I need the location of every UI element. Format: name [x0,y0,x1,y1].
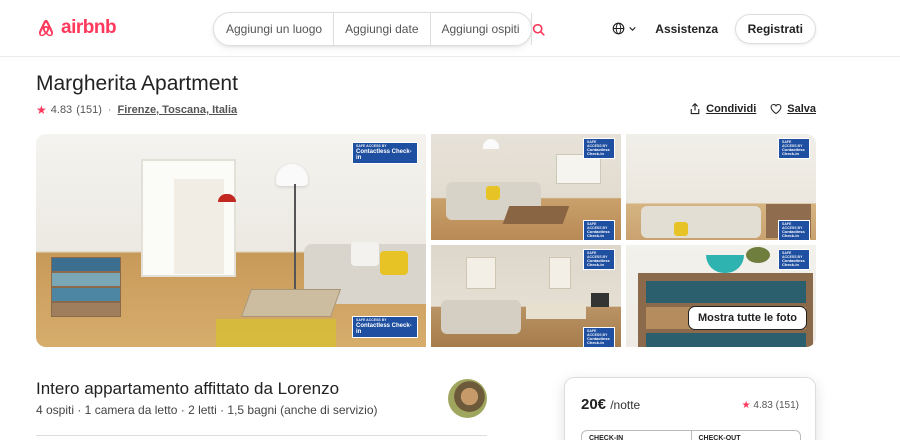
contactless-badge: SAFE ACCESS BY Contactless Check-in [778,138,810,159]
star-icon: ★ [36,103,47,117]
search-dates-button[interactable]: Aggiungi date [334,13,431,45]
contactless-badge: SAFE ACCESS BY Contactless Check-in [352,316,418,338]
yellow-cushion [380,251,408,275]
checkin-field[interactable]: CHECK-IN [582,431,691,440]
booking-card: 20€ /notte ★ 4.83 (151) CHECK-IN CHECK-O… [564,377,816,440]
header-right-links: Assistenza [612,0,718,57]
host-avatar[interactable] [448,379,487,418]
search-button[interactable] [532,13,545,45]
photo-5[interactable]: SAFE ACCESS BY Contactless Check-in [626,245,816,347]
heart-icon [770,103,782,115]
sofa [441,300,521,334]
contactless-badge: SAFE ACCESS BY Contactless Check-in [583,220,615,240]
contactless-badge: SAFE ACCESS BY Contactless Check-in [352,142,418,164]
photo-3[interactable]: SAFE ACCESS BY Contactless Check-in SAFE… [626,134,816,240]
save-label: Salva [787,103,816,115]
window-shape [549,257,571,289]
bench-shape [526,303,586,319]
search-where-button[interactable]: Aggiungi un luogo [214,13,335,45]
search-bar[interactable]: Aggiungi un luogo Aggiungi date Aggiungi… [213,12,545,46]
meta-separator: · [107,104,112,116]
search-guests-button[interactable]: Aggiungi ospiti [431,13,532,45]
staircase-shape [174,179,224,274]
yellow-cushion [486,186,500,200]
photo-4[interactable]: SAFE ACCESS BY Contactless Check-in SAFE… [431,245,621,347]
star-icon: ★ [741,400,751,411]
airbnb-logo[interactable]: airbnb [36,17,117,39]
chevron-down-icon [629,26,637,31]
top-header: airbnb Aggiungi un luogo Aggiungi date A… [0,0,900,57]
white-cushion [351,242,379,266]
listing-actions: Condividi Salva [689,103,816,115]
registrati-button[interactable]: Registrati [734,14,816,44]
coffee-table [502,206,570,224]
coffee-table [240,289,342,317]
listing-rating: 4.83 [50,104,73,116]
date-picker[interactable]: CHECK-IN CHECK-OUT [581,430,801,440]
sofa [641,206,761,238]
contactless-badge: SAFE ACCESS BY Contactless Check-in [583,138,615,159]
lamp-shade [483,139,499,149]
save-button[interactable]: Salva [770,103,816,115]
contactless-badge: SAFE ACCESS BY Contactless Check-in [778,220,810,240]
plant-shape [746,247,770,263]
language-button[interactable] [612,22,637,35]
host-title: Intero appartamento affittato da Lorenzo [36,379,340,398]
booking-rating: ★ 4.83 (151) [742,400,799,411]
listing-summary: 4 ospiti · 1 camera da letto · 2 letti ·… [36,403,378,417]
price: 20€ /notte [581,396,640,413]
share-icon [690,103,700,115]
divider [36,435,487,436]
listing-title: Margherita Apartment [36,72,238,95]
share-button[interactable]: Condividi [689,103,756,115]
yellow-cushion [674,222,688,236]
photo-gallery: SAFE ACCESS BY Contactless Check-in SAFE… [36,134,816,347]
contactless-badge: SAFE ACCESS BY Contactless Check-in [583,327,615,347]
assistenza-link[interactable]: Assistenza [655,22,718,36]
dresser [51,257,121,317]
price-unit: /notte [610,398,641,412]
listing-location-link[interactable]: Firenze, Toscana, Italia [118,104,238,116]
listing-reviews[interactable]: (151) [76,104,102,116]
pendant-lamp [218,194,236,202]
floor-lamp-shade [276,164,308,186]
search-icon [532,23,545,36]
photo-2[interactable]: SAFE ACCESS BY Contactless Check-in SAFE… [431,134,621,240]
photo-main[interactable]: SAFE ACCESS BY Contactless Check-in SAFE… [36,134,426,347]
teal-bowl [706,255,744,273]
booking-reviews[interactable]: (151) [776,400,799,411]
show-all-photos-button[interactable]: Mostra tutte le foto [688,306,807,330]
globe-icon [612,22,625,35]
booking-rating-value: 4.83 [753,400,773,411]
price-value: 20€ [581,396,607,413]
fireplace-shape [591,293,609,307]
contactless-badge: SAFE ACCESS BY Contactless Check-in [778,249,810,270]
contactless-badge: SAFE ACCESS BY Contactless Check-in [583,249,615,270]
share-label: Condividi [706,103,757,115]
yellow-rug [216,319,336,347]
listing-meta: ★ 4.83 (151) · Firenze, Toscana, Italia [36,103,237,117]
logo-text: airbnb [61,17,117,38]
window-shape [466,257,496,289]
airbnb-logo-icon [38,19,54,37]
checkout-field[interactable]: CHECK-OUT [690,431,801,440]
